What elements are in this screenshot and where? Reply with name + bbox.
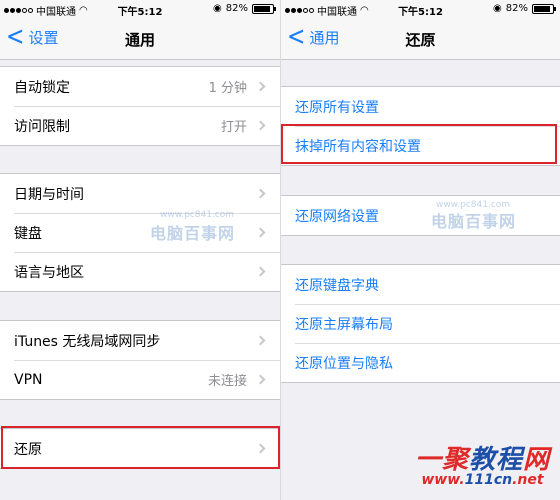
reset-misc-group: 还原键盘字典 还原主屏幕布局 还原位置与隐私 bbox=[281, 264, 560, 383]
date-keyboard-language-group: 日期与时间 键盘 语言与地区 bbox=[0, 173, 280, 292]
row-label: 访问限制 bbox=[14, 118, 70, 135]
row-label: 还原键盘字典 bbox=[295, 277, 379, 294]
row-label: 自动锁定 bbox=[14, 79, 70, 96]
logo-title: 一聚教程网 bbox=[414, 445, 550, 475]
row-detail: 未连接 bbox=[207, 374, 247, 389]
status-right: ◉ 82% bbox=[213, 3, 276, 14]
chevron-right-icon bbox=[255, 266, 266, 277]
itunes-vpn-group: iTunes 无线局域网同步 VPN 未连接 bbox=[0, 320, 280, 400]
chevron-right-icon bbox=[255, 374, 266, 385]
row-label: 还原主屏幕布局 bbox=[295, 316, 393, 333]
reset-all-settings-row[interactable]: 还原所有设置 bbox=[281, 87, 560, 126]
navigation-bar: < 通用 还原 bbox=[281, 18, 560, 60]
chevron-right-icon bbox=[255, 188, 266, 199]
erase-all-content-row[interactable]: 抹掉所有内容和设置 bbox=[281, 126, 560, 165]
chevron-right-icon bbox=[255, 443, 266, 454]
row-label: 还原网络设置 bbox=[295, 208, 379, 225]
row-label: 语言与地区 bbox=[14, 264, 84, 281]
reset-network-group: 还原网络设置 bbox=[281, 195, 560, 236]
row-label: VPN bbox=[14, 371, 43, 388]
page-title: 通用 bbox=[124, 31, 155, 49]
vpn-row[interactable]: VPN 未连接 bbox=[0, 360, 280, 399]
row-label: 还原所有设置 bbox=[295, 99, 379, 116]
reset-row[interactable]: 还原 bbox=[0, 429, 280, 468]
auto-lock-row[interactable]: 自动锁定 1 分钟 bbox=[0, 67, 280, 106]
alarm-icon: ◉ bbox=[493, 3, 502, 14]
status-bar: 中国联通 ◠ 下午5:12 ◉ 82% bbox=[0, 0, 280, 18]
reset-network-row[interactable]: 还原网络设置 bbox=[281, 196, 560, 235]
row-label: 键盘 bbox=[14, 225, 42, 242]
navigation-bar: < 设置 通用 bbox=[0, 18, 280, 60]
chevron-right-icon bbox=[255, 81, 266, 92]
reset-home-layout-row[interactable]: 还原主屏幕布局 bbox=[281, 304, 560, 343]
reset-location-privacy-row[interactable]: 还原位置与隐私 bbox=[281, 343, 560, 382]
site-logo: 一聚教程网 www.111cn.net bbox=[415, 439, 550, 488]
battery-icon bbox=[252, 3, 276, 14]
reset-screen: 中国联通 ◠ 下午5:12 ◉ 82% < 通用 还原 还原所有设置 抹掉所有内… bbox=[281, 0, 560, 500]
row-detail: 打开 bbox=[220, 120, 247, 135]
chevron-right-icon bbox=[255, 335, 266, 346]
date-time-row[interactable]: 日期与时间 bbox=[0, 174, 280, 213]
row-label: 还原位置与隐私 bbox=[295, 355, 393, 372]
page-title: 还原 bbox=[405, 31, 436, 49]
alarm-icon: ◉ bbox=[213, 3, 222, 14]
row-label: 抹掉所有内容和设置 bbox=[295, 138, 421, 155]
restrictions-row[interactable]: 访问限制 打开 bbox=[0, 106, 280, 145]
reset-keyboard-dictionary-row[interactable]: 还原键盘字典 bbox=[281, 265, 560, 304]
reset-all-group: 还原所有设置 抹掉所有内容和设置 bbox=[281, 86, 560, 166]
language-region-row[interactable]: 语言与地区 bbox=[0, 252, 280, 291]
row-detail: 1 分钟 bbox=[208, 81, 247, 96]
general-settings-screen: 中国联通 ◠ 下午5:12 ◉ 82% < 设置 通用 自动锁定 1 分钟 访问… bbox=[0, 0, 280, 500]
itunes-wifi-sync-row[interactable]: iTunes 无线局域网同步 bbox=[0, 321, 280, 360]
status-bar: 中国联通 ◠ 下午5:12 ◉ 82% bbox=[281, 0, 560, 18]
row-label: 日期与时间 bbox=[14, 186, 84, 203]
keyboard-row[interactable]: 键盘 bbox=[0, 213, 280, 252]
logo-url: www.111cn.net bbox=[421, 472, 544, 488]
row-label: 还原 bbox=[14, 441, 42, 458]
battery-percent: 82% bbox=[505, 3, 528, 14]
battery-percent: 82% bbox=[225, 3, 248, 14]
status-right: ◉ 82% bbox=[493, 3, 556, 14]
reset-group: 还原 bbox=[0, 428, 280, 469]
lock-restrictions-group: 自动锁定 1 分钟 访问限制 打开 bbox=[0, 66, 280, 146]
chevron-right-icon bbox=[255, 227, 266, 238]
chevron-right-icon bbox=[255, 120, 266, 131]
battery-icon bbox=[532, 3, 556, 14]
row-label: iTunes 无线局域网同步 bbox=[14, 333, 161, 350]
